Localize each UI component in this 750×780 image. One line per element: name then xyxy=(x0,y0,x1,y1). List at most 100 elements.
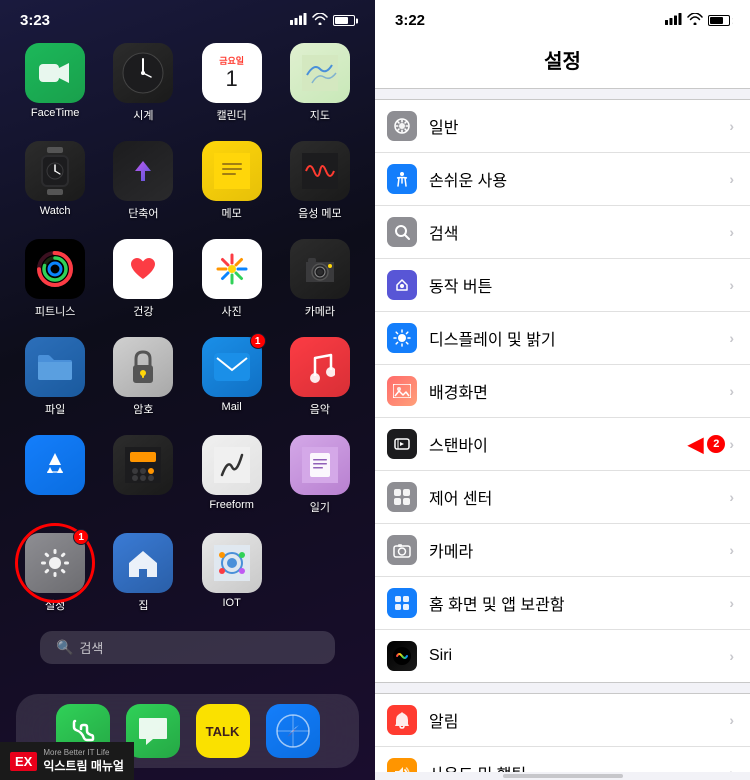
app-passwords[interactable]: 암호 xyxy=(104,337,182,417)
status-icons-right xyxy=(665,13,730,28)
settings-row-sound[interactable]: 사운드 및 햅틱 › xyxy=(375,747,750,772)
app-facetime[interactable]: FaceTime xyxy=(16,43,94,123)
watch-label: Watch xyxy=(40,205,71,217)
settings-row-display[interactable]: 디스플레이 및 밝기 › xyxy=(375,312,750,365)
standby-chevron: › xyxy=(729,436,734,452)
dock-kakao[interactable]: TALK xyxy=(196,704,250,758)
app-freeform[interactable]: Freeform xyxy=(193,435,271,515)
notes-icon xyxy=(202,141,262,201)
home-icon xyxy=(113,533,173,593)
settings-row-standby[interactable]: 스탠바이 ◀ 2 › xyxy=(375,418,750,471)
maps-label: 지도 xyxy=(310,107,330,123)
settings-icon: 1 xyxy=(25,533,85,593)
general-icon xyxy=(387,111,417,141)
freeform-icon xyxy=(202,435,262,495)
diary-icon xyxy=(290,435,350,495)
voicememo-label: 음성 메모 xyxy=(298,205,342,221)
home-indicator xyxy=(375,772,750,780)
app-home[interactable]: 집 xyxy=(104,533,182,613)
sound-chevron: › xyxy=(729,765,734,772)
diary-label: 일기 xyxy=(310,499,330,515)
passwords-label: 암호 xyxy=(133,401,153,417)
homescreen-label: 홈 화면 및 앱 보관함 xyxy=(429,591,729,615)
watch-icon xyxy=(25,141,85,201)
app-health[interactable]: 건강 xyxy=(104,239,182,319)
music-icon xyxy=(290,337,350,397)
app-watch[interactable]: Watch xyxy=(16,141,94,221)
app-clock[interactable]: 시계 xyxy=(104,43,182,123)
calculator-icon xyxy=(113,435,173,495)
fitness-label: 피트니스 xyxy=(35,303,75,319)
voicememo-icon xyxy=(290,141,350,201)
app-shortcuts[interactable]: 단축어 xyxy=(104,141,182,221)
health-label: 건강 xyxy=(133,303,153,319)
freeform-label: Freeform xyxy=(209,499,254,511)
mail-badge: 1 xyxy=(250,333,266,349)
fitness-icon xyxy=(25,239,85,299)
app-voicememo[interactable]: 음성 메모 xyxy=(281,141,359,221)
wallpaper-chevron: › xyxy=(729,383,734,399)
action-label: 동작 버튼 xyxy=(429,273,729,297)
app-fitness[interactable]: 피트니스 xyxy=(16,239,94,319)
search-placeholder: 검색 xyxy=(79,638,103,657)
appstore-icon xyxy=(25,435,85,495)
wallpaper-icon xyxy=(387,376,417,406)
settings-row-wallpaper[interactable]: 배경화면 › xyxy=(375,365,750,418)
search-icon: 🔍 xyxy=(56,639,73,656)
standby-badge: 2 xyxy=(707,435,725,453)
general-chevron: › xyxy=(729,118,734,134)
app-appstore[interactable] xyxy=(16,435,94,515)
app-settings[interactable]: 1 설정 xyxy=(16,533,94,613)
homescreen-icon xyxy=(387,588,417,618)
app-notes[interactable]: 메모 xyxy=(193,141,271,221)
app-music[interactable]: 음악 xyxy=(281,337,359,417)
calendar-icon: 금요일 1 xyxy=(202,43,262,103)
battery-fill xyxy=(335,17,348,24)
action-chevron: › xyxy=(729,277,734,293)
settings-row-notifications[interactable]: 알림 › xyxy=(375,694,750,747)
app-calculator[interactable] xyxy=(104,435,182,515)
iot-icon xyxy=(202,533,262,593)
action-icon xyxy=(387,270,417,300)
battery-icon-right xyxy=(708,15,730,26)
app-diary[interactable]: 일기 xyxy=(281,435,359,515)
settings-page-title: 설정 xyxy=(375,37,750,89)
passwords-icon xyxy=(113,337,173,397)
mail-label: Mail xyxy=(222,401,242,413)
settings-row-search[interactable]: 검색 › xyxy=(375,206,750,259)
settings-row-homescreen[interactable]: 홈 화면 및 앱 보관함 › xyxy=(375,577,750,630)
status-icons-left xyxy=(290,13,355,28)
settings-row-accessibility[interactable]: 손쉬운 사용 › xyxy=(375,153,750,206)
settings-row-control[interactable]: 제어 센터 › xyxy=(375,471,750,524)
app-mail[interactable]: 1 Mail xyxy=(193,337,271,417)
maps-icon xyxy=(290,43,350,103)
settings-row-siri[interactable]: Siri › xyxy=(375,630,750,682)
app-iot[interactable]: IOT xyxy=(193,533,271,613)
control-label: 제어 센터 xyxy=(429,485,729,509)
signal-icon-right xyxy=(665,13,682,28)
settings-row-general[interactable]: 일반 › xyxy=(375,100,750,153)
search-label: 검색 xyxy=(429,220,729,244)
app-calendar[interactable]: 금요일 1 캘린더 xyxy=(193,43,271,123)
files-icon xyxy=(25,337,85,397)
dock-safari[interactable] xyxy=(266,704,320,758)
clock-icon xyxy=(113,43,173,103)
display-label: 디스플레이 및 밝기 xyxy=(429,326,729,350)
app-photos[interactable]: 사진 xyxy=(193,239,271,319)
clock-label: 시계 xyxy=(133,107,153,123)
photos-icon xyxy=(202,239,262,299)
facetime-icon xyxy=(25,43,85,103)
app-files[interactable]: 파일 xyxy=(16,337,94,417)
accessibility-label: 손쉬운 사용 xyxy=(429,167,729,191)
display-icon xyxy=(387,323,417,353)
settings-row-camera[interactable]: 카메라 › xyxy=(375,524,750,577)
camera-icon xyxy=(290,239,350,299)
settings-row-action[interactable]: 동작 버튼 › xyxy=(375,259,750,312)
app-camera[interactable]: 카메라 xyxy=(281,239,359,319)
sound-icon xyxy=(387,758,417,772)
notes-label: 메모 xyxy=(222,205,242,221)
watermark-logo: EX xyxy=(10,752,37,771)
search-bar[interactable]: 🔍 검색 xyxy=(40,631,335,664)
app-maps[interactable]: 지도 xyxy=(281,43,359,123)
wifi-icon-right xyxy=(687,13,703,28)
